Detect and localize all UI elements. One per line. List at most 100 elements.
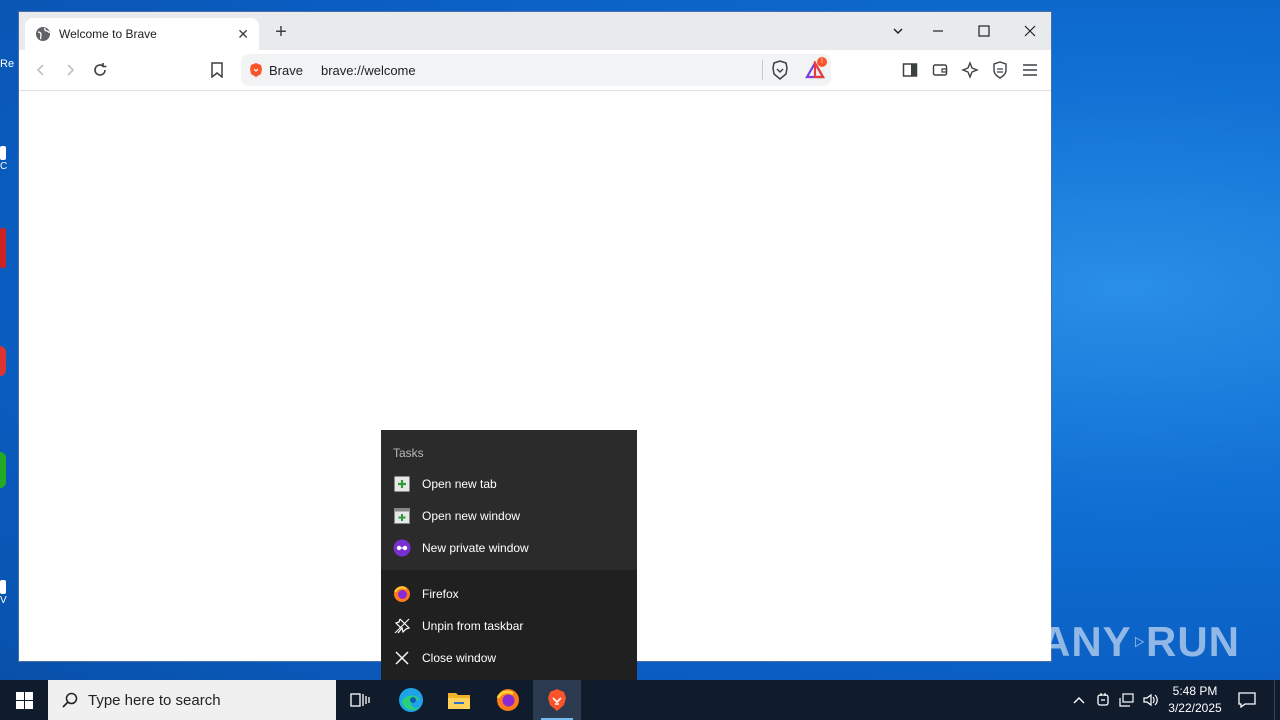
show-desktop-button[interactable] xyxy=(1274,680,1280,720)
clock-date: 3/22/2025 xyxy=(1168,701,1222,715)
watermark-text-left: ANY xyxy=(1040,618,1132,665)
arrow-left-icon xyxy=(36,64,44,76)
windows-logo-icon xyxy=(15,691,33,709)
desktop-icon[interactable] xyxy=(0,228,18,268)
bookmark-icon xyxy=(211,62,223,78)
taskbar-brave[interactable] xyxy=(533,680,581,720)
tab-strip: Welcome to Brave ✕ + xyxy=(19,12,1051,50)
tray-app-icon xyxy=(1097,693,1109,706)
hamburger-menu-icon xyxy=(1023,64,1037,76)
site-label: Brave xyxy=(269,62,303,78)
desktop-icon-label: C xyxy=(0,161,8,172)
taskbar-firefox[interactable] xyxy=(484,680,532,720)
back-button[interactable] xyxy=(29,58,53,82)
chevron-down-icon xyxy=(893,28,903,35)
new-tab-button[interactable]: + xyxy=(269,20,293,44)
maximize-icon xyxy=(978,25,990,37)
wallet-button[interactable] xyxy=(928,58,952,82)
minimize-button[interactable] xyxy=(915,12,961,50)
jumplist-unpin[interactable]: Unpin from taskbar xyxy=(381,610,637,642)
sidebar-button[interactable] xyxy=(898,58,922,82)
notification-icon xyxy=(1238,692,1256,708)
tray-app-button[interactable] xyxy=(1092,680,1114,720)
vpn-button[interactable] xyxy=(988,58,1012,82)
jumplist-item-label: Open new tab xyxy=(422,477,497,491)
tab-title: Welcome to Brave xyxy=(59,27,157,41)
desktop-icon-label-recycle: Re xyxy=(0,58,15,70)
brave-lion-icon xyxy=(250,63,262,77)
url-text[interactable]: brave://welcome xyxy=(321,63,762,78)
jumplist-new-private-window[interactable]: New private window xyxy=(381,532,637,564)
start-button[interactable] xyxy=(0,680,48,720)
reload-icon xyxy=(94,63,107,76)
taskbar: Type here to search 5:48 PM 3/22/2025 xyxy=(0,680,1280,720)
chevron-up-icon xyxy=(1073,697,1085,704)
firefox-icon xyxy=(496,689,519,711)
taskbar-search-box[interactable]: Type here to search xyxy=(48,680,336,720)
search-placeholder: Type here to search xyxy=(88,691,221,709)
jumplist-firefox[interactable]: Firefox xyxy=(381,578,637,610)
desktop-icon[interactable] xyxy=(0,452,18,488)
brave-shields-button[interactable] xyxy=(771,60,789,80)
browser-toolbar: Brave brave://welcome ! xyxy=(19,50,1051,91)
globe-icon xyxy=(35,26,51,42)
system-clock[interactable]: 5:48 PM 3/22/2025 xyxy=(1162,680,1228,720)
play-triangle-icon xyxy=(1134,636,1144,648)
main-menu-button[interactable] xyxy=(1018,58,1042,82)
network-button[interactable] xyxy=(1116,680,1138,720)
new-window-icon xyxy=(393,507,411,525)
jumplist-item-label: Firefox xyxy=(422,587,459,601)
desktop-icon[interactable]: V xyxy=(0,580,18,606)
desktop-icon-label: V xyxy=(0,595,7,606)
brave-rewards-button[interactable]: ! xyxy=(805,57,827,79)
action-center-button[interactable] xyxy=(1232,680,1262,720)
tab-close-icon[interactable]: ✕ xyxy=(237,26,249,43)
search-icon xyxy=(62,692,78,708)
tab-welcome[interactable]: Welcome to Brave ✕ xyxy=(25,18,259,50)
taskbar-jump-list: Tasks Open new tab Open new window New p… xyxy=(381,430,637,680)
jumplist-open-new-window[interactable]: Open new window xyxy=(381,500,637,532)
speaker-icon xyxy=(1143,693,1158,707)
forward-button[interactable] xyxy=(58,58,82,82)
clock-time: 5:48 PM xyxy=(1172,684,1218,698)
jumplist-item-label: Close window xyxy=(422,651,497,665)
new-tab-icon xyxy=(393,475,411,493)
rewards-badge: ! xyxy=(817,57,827,67)
desktop-icon[interactable] xyxy=(0,346,18,376)
jumplist-close-window[interactable]: Close window xyxy=(381,642,637,674)
close-icon xyxy=(393,649,411,667)
arrow-right-icon xyxy=(67,64,75,76)
reload-button[interactable] xyxy=(88,58,112,82)
firefox-icon xyxy=(393,585,411,603)
vpn-shield-icon xyxy=(993,61,1007,79)
anyrun-watermark: ANY RUN xyxy=(1040,610,1240,674)
unpin-icon xyxy=(393,617,411,635)
maximize-button[interactable] xyxy=(961,12,1007,50)
desktop-icon[interactable]: C xyxy=(0,146,18,172)
tasks-header: Tasks xyxy=(393,446,424,460)
sparkle-icon xyxy=(961,61,979,79)
taskbar-edge[interactable] xyxy=(387,680,435,720)
folder-icon xyxy=(448,693,470,709)
close-window-button[interactable] xyxy=(1007,12,1053,50)
taskbar-file-explorer[interactable] xyxy=(435,680,483,720)
volume-button[interactable] xyxy=(1140,680,1162,720)
private-window-icon xyxy=(393,539,411,557)
watermark-text-right: RUN xyxy=(1146,618,1240,665)
close-icon xyxy=(1024,25,1036,37)
network-icon xyxy=(1119,693,1134,707)
leo-ai-button[interactable] xyxy=(958,58,982,82)
brave-shield-icon xyxy=(772,60,788,80)
omnibox-divider xyxy=(762,60,763,80)
show-hidden-icons-button[interactable] xyxy=(1068,680,1090,720)
address-bar[interactable]: Brave brave://welcome ! xyxy=(241,54,831,86)
jumplist-open-new-tab[interactable]: Open new tab xyxy=(381,468,637,500)
edge-icon xyxy=(399,688,423,712)
wallet-icon xyxy=(932,64,948,76)
brave-lion-icon xyxy=(548,689,566,711)
bookmark-button[interactable] xyxy=(205,58,229,82)
task-view-button[interactable] xyxy=(336,680,384,720)
jumplist-item-label: Open new window xyxy=(422,509,521,523)
jumplist-item-label: New private window xyxy=(422,541,529,555)
task-view-icon xyxy=(350,693,370,707)
